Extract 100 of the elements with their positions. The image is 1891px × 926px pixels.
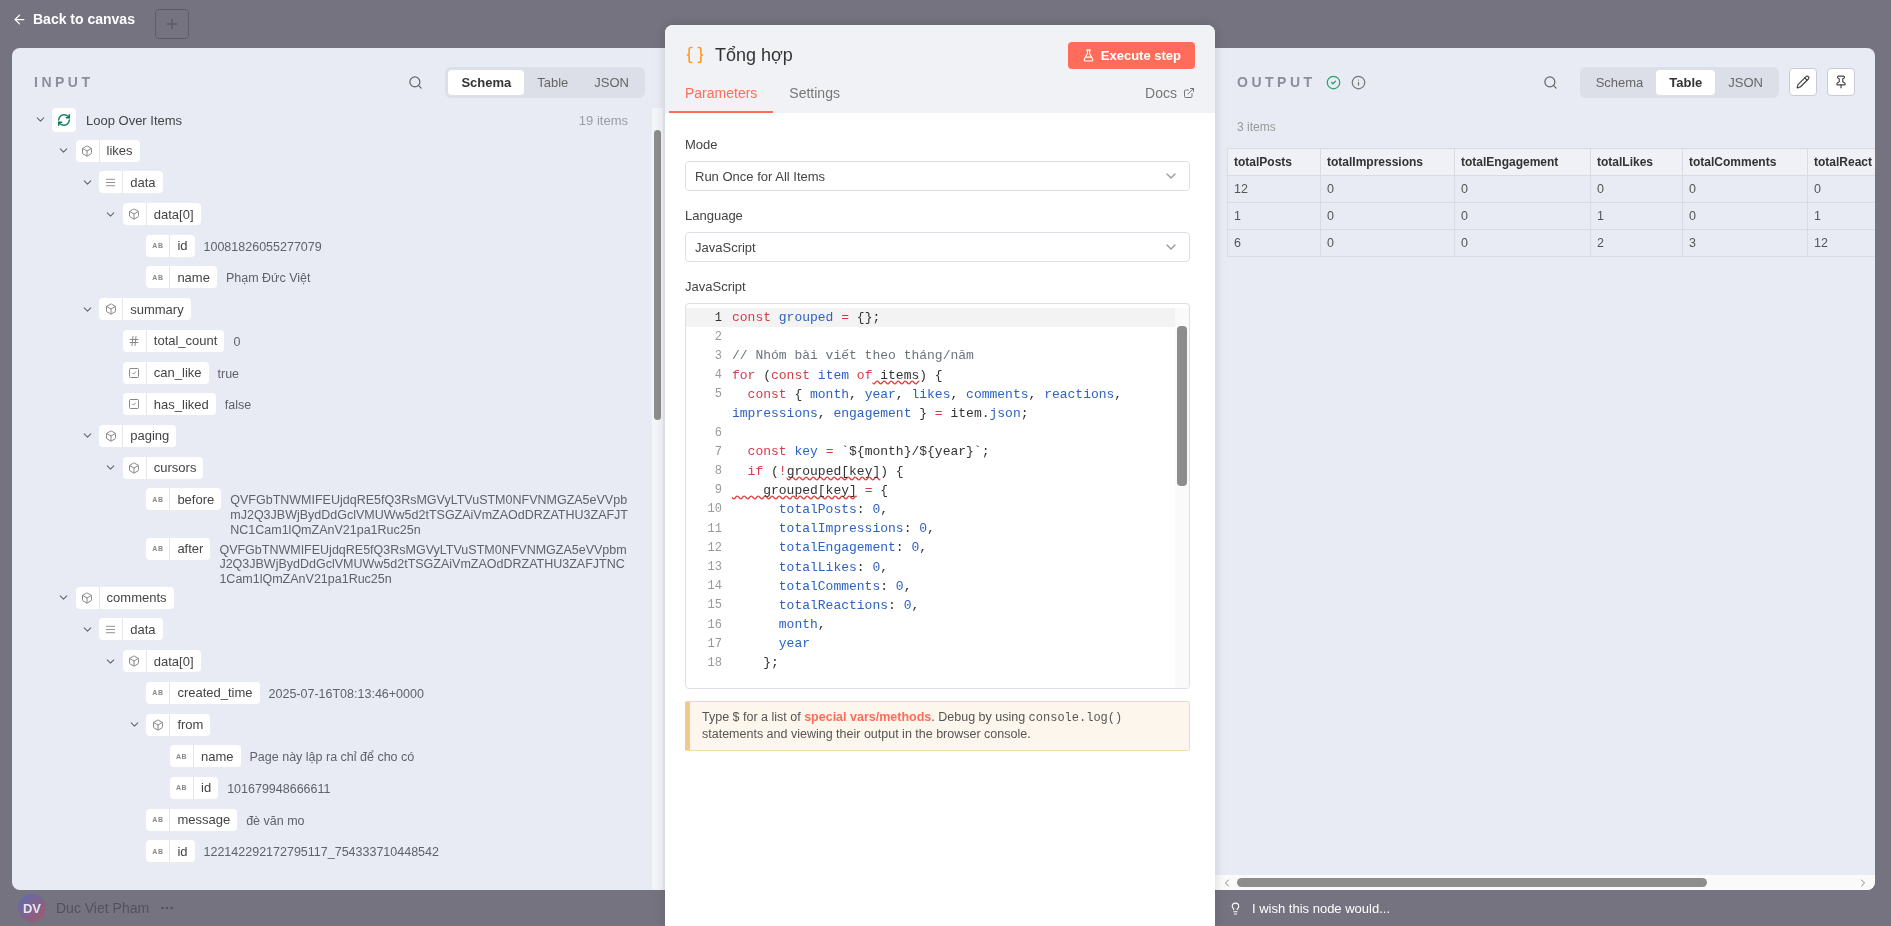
field-name: likes — [105, 142, 134, 161]
flask-icon — [1081, 48, 1095, 62]
external-link-icon — [1183, 87, 1195, 99]
line-number: 15 — [706, 598, 722, 613]
checkbox-icon — [128, 366, 141, 379]
line-number: 14 — [706, 579, 722, 594]
field-name: data[0] — [152, 652, 195, 671]
field-value: QVFGbTNWMIFEUjdqRE5fQ3RsMGVyLTVuSTM0NFVNMGZA5eVVpbmJ2Q3JBWjBydDdGclVMUWw5d2tTSGZAiVmZAOdDRZATHU3ZAFJTNC1Cam1lQmZAnV21pa1Ruc25n — [230, 492, 628, 538]
field-name: data[0] — [152, 205, 195, 224]
field-value: QVFGbTNWMIFEUjdqRE5fQ3RsMGVyLTVuSTM0NFVNMGZA5eVVpbmJ2Q3JBWjBydDdGclVMUWw5d2tTSGZAiVmZAOdDRZATHU3ZAFJTNC1Cam1lQmZAnV21pa1Ruc25n — [219, 541, 628, 587]
field-name: has_liked — [152, 395, 210, 414]
code-editor[interactable] — [685, 303, 1190, 689]
column-header: totalLikes — [1590, 148, 1683, 176]
select-field[interactable]: Run Once for All Items — [685, 161, 1190, 191]
line-number: 7 — [713, 444, 722, 459]
info-icon[interactable] — [1350, 74, 1366, 90]
cube-icon — [151, 718, 164, 731]
item-count: 19 items — [578, 112, 628, 128]
cube-icon — [81, 144, 94, 157]
view-tab[interactable]: Table — [1656, 69, 1716, 95]
field-name: data — [129, 173, 157, 192]
list-icon — [105, 176, 117, 188]
field-label: JavaScript — [685, 279, 746, 294]
code-line: totalReactions: 0, — [777, 597, 920, 613]
line-number: 11 — [706, 521, 722, 536]
column-header: totalReact — [1807, 148, 1875, 176]
add-button[interactable] — [154, 9, 189, 39]
line-number: 6 — [713, 425, 722, 440]
table-cell: 1 — [1590, 202, 1683, 230]
line-number: 3 — [713, 348, 722, 363]
code-line: totalEngagement: 0, — [777, 540, 928, 556]
column-header: totalImpressions — [1320, 148, 1455, 176]
list-icon — [105, 623, 117, 635]
tab[interactable]: Parameters — [669, 77, 774, 113]
line-number: 13 — [706, 560, 722, 575]
cube-icon — [104, 429, 117, 442]
lightbulb-icon — [1229, 901, 1242, 915]
node-name: Loop Over Items — [86, 112, 183, 128]
pencil-icon — [1796, 75, 1810, 89]
view-tab[interactable]: JSON — [1715, 69, 1776, 95]
code-line: grouped[key] = { — [762, 482, 889, 498]
cube-icon — [128, 208, 141, 221]
code-line: totalComments: 0, — [777, 578, 912, 594]
line-number: 4 — [713, 368, 722, 383]
code-line: const { month, year, likes, comments, reactions, — [746, 386, 1123, 402]
search-icon[interactable] — [1542, 74, 1558, 90]
edit-button[interactable] — [1789, 68, 1817, 96]
field-value: đè văn mo — [246, 812, 306, 829]
refresh-icon — [52, 108, 76, 132]
field-name: before — [176, 490, 216, 509]
field-label: Language — [685, 208, 743, 223]
column-header: totalPosts — [1227, 148, 1321, 176]
hint-text: Type $ for a list of special vars/methods. Debug by using console.log() statements and viewing their output in the browser console. — [685, 701, 1190, 752]
table-cell: 0 — [1454, 175, 1591, 203]
table-cell: 0 — [1454, 229, 1591, 257]
panel-title: INPUT — [34, 74, 94, 90]
search-icon[interactable] — [408, 74, 424, 90]
column-header: totalComments — [1682, 148, 1808, 176]
table-cell: 0 — [1454, 202, 1591, 230]
node-title: Tổng hợp — [715, 44, 793, 66]
panel-title: OUTPUT — [1237, 74, 1316, 90]
select-field[interactable]: JavaScript — [685, 232, 1190, 262]
checkbox-icon — [128, 398, 141, 411]
pin-button[interactable] — [1827, 68, 1855, 96]
table-cell: 0 — [1590, 175, 1683, 203]
column-header: totalEngagement — [1454, 148, 1591, 176]
back-link[interactable]: Back to canvas — [12, 11, 135, 27]
feedback-link[interactable]: I wish this node would... — [1252, 900, 1391, 916]
view-tab[interactable]: Table — [524, 69, 582, 95]
execute-button[interactable]: Execute step — [1067, 41, 1195, 69]
hash-icon — [128, 334, 141, 347]
field-label: Mode — [685, 137, 718, 152]
cube-icon — [104, 303, 117, 316]
field-value: 122142292172795117_754333710448542 — [203, 844, 440, 860]
field-name: paging — [129, 427, 171, 446]
field-value: 0 — [233, 333, 242, 350]
field-name: message — [176, 811, 232, 830]
scrollbar[interactable] — [652, 108, 663, 890]
table-cell: 3 — [1682, 229, 1808, 257]
user-avatar[interactable]: DV — [18, 894, 46, 922]
view-tab[interactable]: JSON — [581, 69, 642, 95]
field-value: Phạm Đức Việt — [225, 270, 312, 287]
docs-link[interactable]: Docs — [1145, 85, 1195, 113]
table-cell: 0 — [1682, 175, 1808, 203]
field-value: 2025-07-16T08:13:46+0000 — [268, 685, 425, 702]
scrollbar[interactable] — [1215, 875, 1875, 890]
code-line: const grouped = {}; — [732, 310, 881, 326]
view-tab[interactable]: Schema — [448, 69, 525, 95]
field-value: 101679948666611 — [227, 780, 332, 797]
field-name: name — [200, 747, 235, 766]
view-tab[interactable]: Schema — [1582, 69, 1657, 95]
field-value: Page này lập ra chỉ để cho có — [249, 749, 416, 765]
table-cell: 2 — [1590, 229, 1683, 257]
line-number: 18 — [706, 655, 722, 670]
tab[interactable]: Settings — [773, 77, 856, 113]
field-name: id — [200, 779, 213, 798]
code-line: if (!grouped[key]) { — [746, 463, 904, 479]
field-name: can_like — [152, 364, 203, 382]
code-line: month, — [777, 617, 826, 633]
scrollbar[interactable] — [1175, 308, 1189, 688]
